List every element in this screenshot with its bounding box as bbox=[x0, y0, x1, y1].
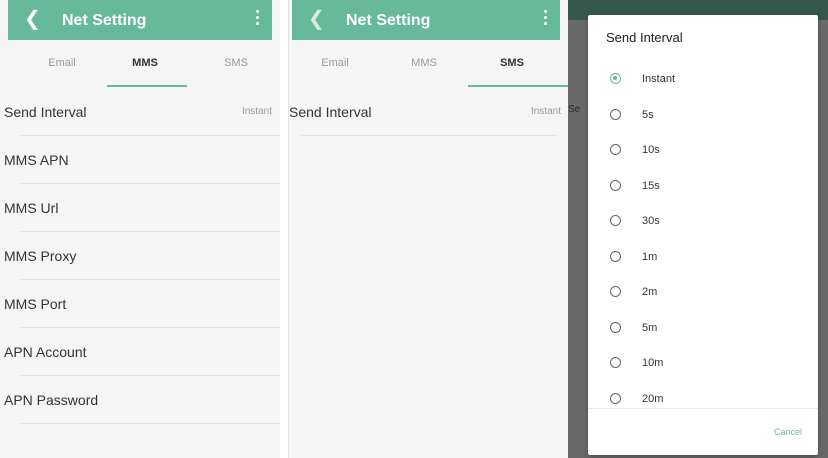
tab-indicator bbox=[107, 85, 187, 87]
apn-account-row[interactable]: APN Account bbox=[0, 328, 280, 376]
mms-apn-row[interactable]: MMS APN bbox=[0, 136, 280, 184]
radio-icon[interactable] bbox=[610, 179, 621, 191]
tab-sms[interactable]: SMS bbox=[196, 40, 276, 86]
option-2m[interactable]: 2m bbox=[588, 276, 818, 312]
radio-icon[interactable] bbox=[610, 392, 621, 404]
mms-port-row[interactable]: MMS Port bbox=[0, 280, 280, 328]
more-vert-icon[interactable] bbox=[256, 10, 260, 28]
chevron-left-icon[interactable]: ❮ bbox=[24, 7, 41, 31]
app-bar-title: Net Setting bbox=[346, 12, 431, 29]
mms-proxy-row[interactable]: MMS Proxy bbox=[0, 232, 280, 280]
sms-settings-screen: ❮ Net Setting Email MMS SMS Send Interva… bbox=[288, 0, 569, 458]
tab-bar: Email MMS SMS bbox=[8, 40, 272, 88]
tab-email[interactable]: Email bbox=[295, 40, 375, 86]
option-label: 2m bbox=[642, 286, 658, 298]
tab-mms[interactable]: MMS bbox=[105, 40, 185, 86]
send-interval-dialog-screen: Se Send Interval Instant 5s 10s 15s 30s … bbox=[568, 0, 828, 458]
radio-icon[interactable] bbox=[610, 321, 621, 333]
option-5s[interactable]: 5s bbox=[588, 99, 818, 135]
row-value: Instant bbox=[530, 106, 561, 117]
app-bar: ❮ Net Setting bbox=[292, 0, 560, 40]
row-label: Send Interval bbox=[4, 104, 87, 120]
option-15s[interactable]: 15s bbox=[588, 170, 818, 206]
app-bar: ❮ Net Setting bbox=[8, 0, 272, 40]
option-label: 5s bbox=[642, 108, 654, 121]
option-label: 1m bbox=[642, 250, 658, 263]
tab-bar: Email MMS SMS bbox=[292, 40, 569, 88]
radio-icon[interactable] bbox=[610, 286, 621, 297]
cancel-button[interactable]: Cancel bbox=[774, 427, 802, 437]
row-label: MMS Url bbox=[4, 200, 59, 216]
radio-icon[interactable] bbox=[610, 250, 621, 262]
dialog-title: Send Interval bbox=[606, 30, 683, 45]
option-label: 20m bbox=[642, 392, 664, 405]
option-label: 15s bbox=[642, 179, 660, 192]
settings-list: Send Interval Instant bbox=[289, 88, 569, 136]
tab-mms[interactable]: MMS bbox=[384, 40, 464, 86]
row-label: MMS APN bbox=[4, 152, 69, 168]
option-10s[interactable]: 10s bbox=[588, 134, 818, 170]
radio-icon[interactable] bbox=[610, 108, 621, 120]
option-10m[interactable]: 10m bbox=[588, 347, 818, 383]
tab-email[interactable]: Email bbox=[22, 40, 102, 86]
mms-url-row[interactable]: MMS Url bbox=[0, 184, 280, 232]
app-bar-title: Net Setting bbox=[62, 12, 147, 29]
option-label: 30s bbox=[642, 215, 660, 227]
option-instant[interactable]: Instant bbox=[588, 63, 818, 99]
row-label: APN Password bbox=[4, 392, 99, 408]
tab-sms[interactable]: SMS bbox=[472, 40, 552, 86]
radio-icon[interactable] bbox=[610, 215, 621, 226]
chevron-left-icon[interactable]: ❮ bbox=[308, 7, 325, 31]
row-value: Instant bbox=[241, 106, 272, 117]
option-label: 5m bbox=[642, 321, 658, 334]
more-vert-icon[interactable] bbox=[544, 10, 548, 28]
option-label: 10s bbox=[642, 144, 660, 156]
send-interval-row[interactable]: Send Interval Instant bbox=[0, 88, 280, 136]
option-20m[interactable]: 20m bbox=[588, 383, 818, 419]
tab-indicator bbox=[468, 85, 568, 87]
settings-list: Send Interval Instant MMS APN MMS Url MM… bbox=[0, 88, 280, 424]
radio-icon[interactable] bbox=[610, 357, 621, 368]
send-interval-row[interactable]: Send Interval Instant bbox=[289, 88, 569, 136]
radio-icon[interactable] bbox=[610, 144, 621, 155]
option-label: Instant bbox=[642, 73, 676, 85]
dialog-divider bbox=[588, 408, 818, 409]
apn-password-row[interactable]: APN Password bbox=[0, 376, 280, 424]
row-label: Send Interval bbox=[289, 104, 372, 120]
row-label: MMS Proxy bbox=[4, 248, 77, 264]
radio-selected-icon[interactable] bbox=[610, 73, 621, 84]
option-5m[interactable]: 5m bbox=[588, 312, 818, 348]
option-1m[interactable]: 1m bbox=[588, 241, 818, 277]
mms-settings-screen: ❮ Net Setting Email MMS SMS Send Interva… bbox=[0, 0, 280, 458]
option-label: 10m bbox=[642, 357, 664, 369]
row-label: MMS Port bbox=[4, 296, 67, 312]
divider bbox=[301, 135, 557, 136]
divider bbox=[20, 423, 280, 424]
row-label: APN Account bbox=[4, 344, 87, 360]
option-30s[interactable]: 30s bbox=[588, 205, 818, 241]
background-text: Se bbox=[568, 104, 581, 115]
send-interval-dialog: Send Interval Instant 5s 10s 15s 30s 1m … bbox=[588, 15, 818, 455]
